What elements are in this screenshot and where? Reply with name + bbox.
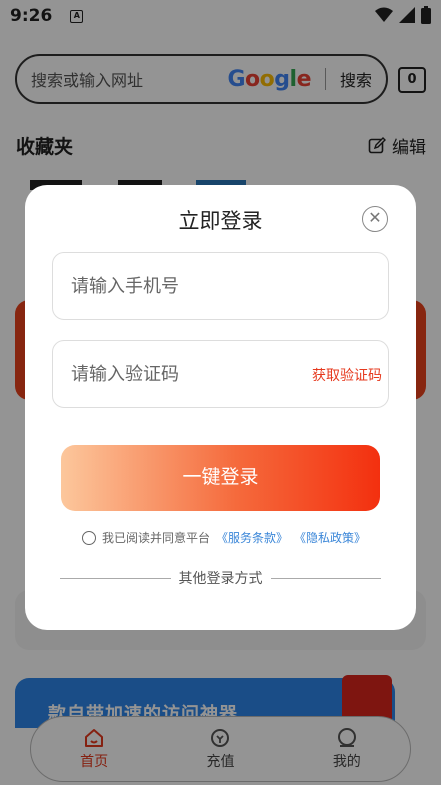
agree-checkbox[interactable] [82,530,96,545]
divider-line [60,577,171,579]
other-login-label: 其他登录方式 [178,571,263,587]
agreement-row: 我已阅读并同意平台 《服务条款》 《隐私政策》 [82,529,366,546]
modal-title: 立即登录 [178,209,263,233]
phone-field[interactable] [52,252,389,320]
close-button[interactable]: ✕ [362,206,388,232]
close-icon: ✕ [368,208,382,227]
phone-input[interactable] [71,275,370,297]
code-field[interactable]: 获取验证码 [52,340,389,408]
divider-line [270,577,381,579]
login-modal: 立即登录 ✕ 获取验证码 一键登录 我已阅读并同意平台《服务条款》《隐私政策》 … [25,185,416,630]
agree-text: 我已阅读并同意平台 [102,531,211,545]
other-login-divider: 其他登录方式 [60,568,381,588]
one-click-login-button[interactable]: 一键登录 [61,445,380,511]
terms-link[interactable]: 《服务条款》 [216,529,288,546]
get-code-button[interactable]: 获取验证码 [312,365,382,385]
privacy-link[interactable]: 《隐私政策》 [294,529,366,546]
